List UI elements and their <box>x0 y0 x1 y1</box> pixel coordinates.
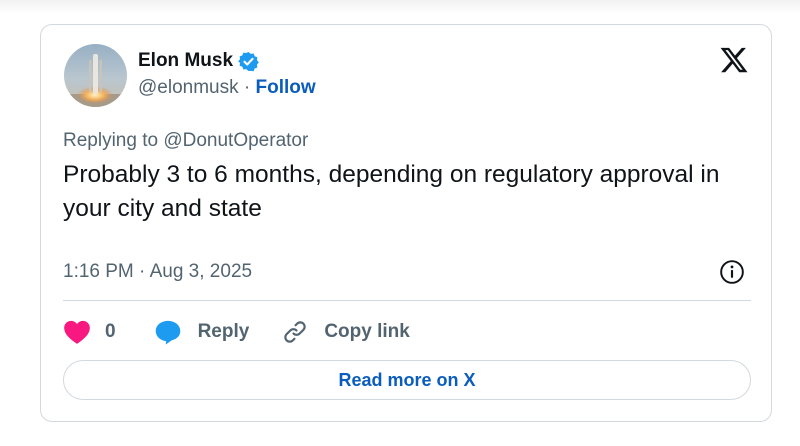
read-more-button[interactable]: Read more on X <box>63 360 751 400</box>
tweet-timestamp[interactable]: 1:16 PM · Aug 3, 2025 <box>63 261 252 283</box>
link-icon <box>284 321 307 343</box>
page-top-shadow <box>0 0 800 14</box>
like-button[interactable]: 0 <box>63 319 116 345</box>
tweet-text: Probably 3 to 6 months, depending on reg… <box>63 161 720 222</box>
tweet-actions: 0 Reply Copy link <box>63 317 410 347</box>
embedded-tweet-card: Elon Musk @elonmusk · Follow Replying to… <box>40 24 772 422</box>
handle-separator: · <box>243 77 251 98</box>
divider <box>63 300 751 301</box>
copy-link-label: Copy link <box>324 321 410 342</box>
reply-button[interactable]: Reply <box>154 319 250 345</box>
heart-icon <box>64 320 90 344</box>
replying-prefix: Replying to <box>63 130 159 151</box>
x-logo-icon[interactable] <box>719 45 749 75</box>
read-more-label: Read more on X <box>338 369 476 390</box>
author-name[interactable]: Elon Musk <box>138 50 233 72</box>
follow-button[interactable]: Follow <box>256 77 316 98</box>
like-count: 0 <box>105 321 116 342</box>
copy-link-button[interactable]: Copy link <box>282 319 410 345</box>
avatar[interactable] <box>64 44 127 107</box>
reply-bubble-icon <box>155 320 180 345</box>
info-icon[interactable] <box>719 259 745 285</box>
replying-to-line: Replying to @DonutOperator <box>63 130 308 152</box>
reply-label: Reply <box>197 321 250 342</box>
replying-to-handle[interactable]: @DonutOperator <box>163 130 308 151</box>
verified-badge-icon <box>238 51 259 71</box>
author-handle[interactable]: @elonmusk <box>138 77 239 98</box>
